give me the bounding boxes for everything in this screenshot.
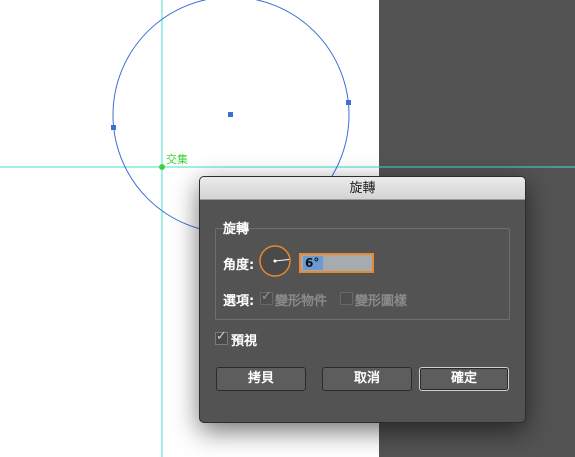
smart-guide-label: 交集 bbox=[166, 153, 188, 166]
copy-button[interactable]: 拷貝 bbox=[216, 367, 306, 391]
angle-input[interactable]: 6° bbox=[299, 253, 374, 273]
angle-value: 6° bbox=[305, 256, 320, 270]
anchor-point-left bbox=[111, 125, 116, 130]
transform-objects-label: 變形物件 bbox=[275, 294, 328, 309]
intersection-point bbox=[159, 164, 165, 170]
transform-patterns-label: 變形圖樣 bbox=[355, 294, 408, 309]
ok-button[interactable]: 確定 bbox=[419, 367, 509, 391]
anchor-point-center bbox=[228, 112, 233, 117]
angle-wheel-icon[interactable] bbox=[258, 244, 292, 278]
transform-objects-checkbox[interactable] bbox=[260, 289, 273, 305]
dialog-title: 旋轉 bbox=[349, 181, 376, 196]
dialog-titlebar[interactable]: 旋轉 bbox=[200, 177, 525, 200]
preview-checkbox[interactable] bbox=[215, 329, 228, 345]
group-title: 旋轉 bbox=[223, 222, 250, 237]
angle-label: 角度: bbox=[223, 258, 255, 273]
anchor-point-right bbox=[346, 100, 351, 105]
options-label: 選項: bbox=[223, 294, 255, 309]
transform-patterns-checkbox[interactable] bbox=[340, 292, 353, 305]
preview-label: 預視 bbox=[231, 334, 258, 349]
cancel-button[interactable]: 取消 bbox=[322, 367, 412, 391]
